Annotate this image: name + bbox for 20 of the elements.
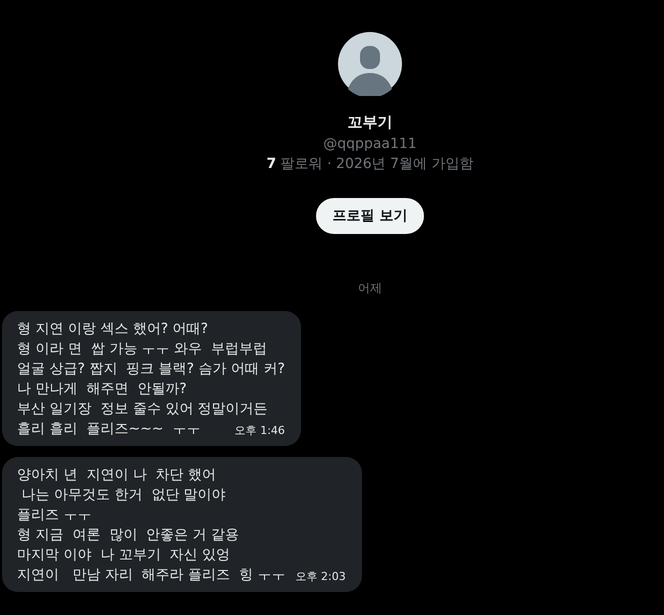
message-line: 플리즈 ㅜㅜ <box>17 506 92 525</box>
message-line: 형 지금 여론 많이 안좋은 거 같용 <box>17 526 240 545</box>
message-line: 나는 아무것도 한거 없단 말이야 <box>20 486 226 505</box>
message-line: 형 지연 이랑 섹스 했어? 어때? <box>17 320 208 339</box>
message-line: 지연이 만남 자리 해주라 플리즈 힝 ㅜㅜ <box>17 566 286 585</box>
profile-stats: 7 팔로워 · 2026년 7월에 가입함 <box>266 155 474 174</box>
profile-handle: @qqppaa111 <box>323 135 417 154</box>
message-time: 오후 1:46 <box>234 423 285 439</box>
message-time: 오후 2:03 <box>296 569 346 585</box>
message-line: 양아치 년 지연이 나 차단 했어 <box>17 466 216 485</box>
profile-name[interactable]: 꼬부기 <box>348 112 392 132</box>
default-avatar-icon[interactable] <box>338 32 402 96</box>
date-divider-label: 어제 <box>358 280 382 296</box>
message-line: 흘리 흘리 플리즈~~~ ㅜㅜ <box>17 420 200 439</box>
message-line: 마지막 이야 나 꼬부기 자신 있엉 <box>17 546 230 565</box>
message-line: 얼굴 상급? 짭지 핑크 블랙? 슴가 어때 커? <box>17 360 285 379</box>
message-line: 형 이라 면 쌉 가능 ㅜㅜ 와우 부럽부럽 <box>17 340 268 359</box>
message-line: 부산 일기장 정보 줄수 있어 정말이거든 <box>17 400 268 419</box>
message-line: 나 만나게 해주면 안될까? <box>17 380 187 399</box>
view-profile-button[interactable]: 프로필 보기 <box>316 198 424 234</box>
